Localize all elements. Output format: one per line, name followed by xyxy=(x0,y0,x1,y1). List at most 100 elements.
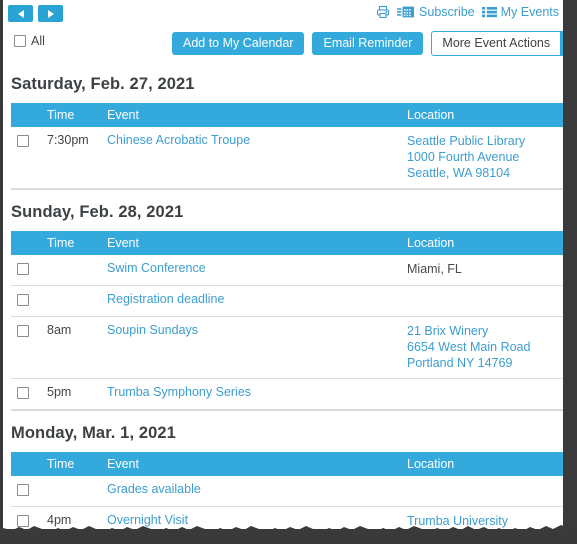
event-time xyxy=(47,255,107,286)
location-link[interactable]: Seattle, WA 98104 xyxy=(407,165,563,181)
row-select-cell xyxy=(11,286,47,317)
subscribe-link[interactable]: Subscribe xyxy=(397,5,475,19)
subscribe-label: Subscribe xyxy=(419,5,475,19)
event-title-link[interactable]: Overnight Visit xyxy=(107,513,188,527)
location-link[interactable]: 1000 Fourth Avenue xyxy=(407,149,563,165)
row-select-cell xyxy=(11,255,47,286)
table-row: 7:30pm Chinese Acrobatic Troupe Seattle Pu… xyxy=(11,127,563,189)
date-navigation xyxy=(8,5,63,22)
table-header-row: Time Event Location xyxy=(11,231,563,255)
event-select-checkbox[interactable] xyxy=(17,263,29,275)
table-row: 8am Soupin Sundays 21 Brix Winery 6654 West… xyxy=(11,317,563,379)
event-select-checkbox[interactable] xyxy=(17,515,29,527)
next-period-button[interactable] xyxy=(38,5,63,22)
event-select-checkbox[interactable] xyxy=(17,484,29,496)
more-event-actions-label: More Event Actions xyxy=(442,36,551,50)
day-heading: Saturday, Feb. 27, 2021 xyxy=(11,75,195,93)
more-event-actions-caret[interactable] xyxy=(560,32,563,55)
event-select-checkbox[interactable] xyxy=(17,294,29,306)
arrow-left-icon xyxy=(17,9,24,18)
column-header-event: Event xyxy=(107,103,407,127)
event-time: 5pm xyxy=(47,385,72,399)
row-select-cell xyxy=(11,507,47,530)
select-all-checkbox[interactable] xyxy=(14,35,26,47)
event-select-checkbox[interactable] xyxy=(17,135,29,147)
table-header-row: Time Event Location xyxy=(11,103,563,127)
event-select-checkbox[interactable] xyxy=(17,325,29,337)
event-title-link[interactable]: Trumba Symphony Series xyxy=(107,385,251,399)
table-header-row: Time Event Location xyxy=(11,452,563,476)
row-select-cell xyxy=(11,379,47,410)
printer-icon xyxy=(376,5,390,19)
day-heading: Sunday, Feb. 28, 2021 xyxy=(11,203,184,221)
select-all-row: All xyxy=(14,34,45,48)
event-location-cell xyxy=(407,286,563,317)
row-select-cell xyxy=(11,317,47,379)
event-cell: Soupin Sundays xyxy=(107,317,407,379)
list-icon xyxy=(481,6,497,18)
subscribe-calendar-icon xyxy=(397,5,415,19)
row-select-cell xyxy=(11,476,47,507)
day-section: Monday, Mar. 1, 2021 Time Event Location Gra… xyxy=(3,411,563,529)
prev-period-button[interactable] xyxy=(8,5,33,22)
event-cell: Registration deadline xyxy=(107,286,407,317)
event-cell: Trumba Symphony Series xyxy=(107,379,407,410)
event-title-link[interactable]: Chinese Acrobatic Troupe xyxy=(107,133,250,147)
event-location-cell xyxy=(407,379,563,410)
table-row: Grades available xyxy=(11,476,563,507)
column-header-time: Time xyxy=(47,103,107,127)
select-all-label: All xyxy=(31,34,45,48)
event-time: 8am xyxy=(47,323,72,337)
event-title-link[interactable]: Swim Conference xyxy=(107,261,206,275)
day-heading: Monday, Mar. 1, 2021 xyxy=(11,424,176,442)
column-header-select xyxy=(11,452,47,476)
row-select-cell xyxy=(11,127,47,189)
column-header-event: Event xyxy=(107,231,407,255)
column-header-location: Location xyxy=(407,452,563,476)
table-row: 4pm Overnight Visit Trumba University1200 … xyxy=(11,507,563,530)
event-time xyxy=(47,286,107,317)
more-event-actions-button[interactable]: More Event Actions xyxy=(431,31,563,56)
email-reminder-button[interactable]: Email Reminder xyxy=(312,32,424,55)
column-header-select xyxy=(11,103,47,127)
column-header-select xyxy=(11,231,47,255)
column-header-time: Time xyxy=(47,231,107,255)
location-link[interactable]: Trumba University xyxy=(407,513,563,529)
column-header-time: Time xyxy=(47,452,107,476)
event-cell: Overnight Visit xyxy=(107,507,407,530)
event-cell: Swim Conference xyxy=(107,255,407,286)
location-link[interactable]: Seattle Public Library xyxy=(407,133,563,149)
event-title-link[interactable]: Soupin Sundays xyxy=(107,323,198,337)
calendar-page: Subscribe My Events All Add to My Calend… xyxy=(3,0,563,529)
events-table: Time Event Location 7:30pm Chinese Acrobatic… xyxy=(11,103,563,189)
event-location-cell: Seattle Public Library 1000 Fourth Avenue… xyxy=(407,127,563,189)
events-table: Time Event Location Swim Conference Miami, F… xyxy=(11,231,563,410)
events-table: Time Event Location Grades available 4pm Over… xyxy=(11,452,563,529)
event-location-cell: 21 Brix Winery 6654 West Main Road Portlan… xyxy=(407,317,563,379)
column-header-event: Event xyxy=(107,452,407,476)
day-section: Saturday, Feb. 27, 2021 Time Event Location… xyxy=(3,62,563,190)
event-time: 4pm xyxy=(47,513,72,527)
arrow-right-icon xyxy=(47,9,54,18)
location-text: Miami, FL xyxy=(407,262,462,276)
day-sections: Saturday, Feb. 27, 2021 Time Event Location… xyxy=(3,62,563,529)
print-button[interactable] xyxy=(376,5,390,19)
column-header-location: Location xyxy=(407,231,563,255)
event-time: 7:30pm xyxy=(47,133,89,147)
event-title-link[interactable]: Registration deadline xyxy=(107,292,224,306)
location-link[interactable]: Portland NY 14769 xyxy=(407,355,563,371)
event-title-link[interactable]: Grades available xyxy=(107,482,201,496)
column-header-location: Location xyxy=(407,103,563,127)
location-link[interactable]: 21 Brix Winery xyxy=(407,323,563,339)
event-location-cell: Miami, FL xyxy=(407,255,563,286)
event-select-checkbox[interactable] xyxy=(17,387,29,399)
utility-links: Subscribe My Events xyxy=(376,5,559,19)
my-events-label: My Events xyxy=(500,5,559,19)
add-to-my-calendar-button[interactable]: Add to My Calendar xyxy=(172,32,305,55)
event-action-buttons: Add to My Calendar Email Reminder More E… xyxy=(172,31,563,56)
torn-page-frame: Subscribe My Events All Add to My Calend… xyxy=(0,0,577,544)
event-location-cell xyxy=(407,476,563,507)
location-link[interactable]: 6654 West Main Road xyxy=(407,339,563,355)
event-location-cell: Trumba University1200 5th AvenueSeattle,… xyxy=(407,507,563,530)
my-events-link[interactable]: My Events xyxy=(481,5,559,19)
